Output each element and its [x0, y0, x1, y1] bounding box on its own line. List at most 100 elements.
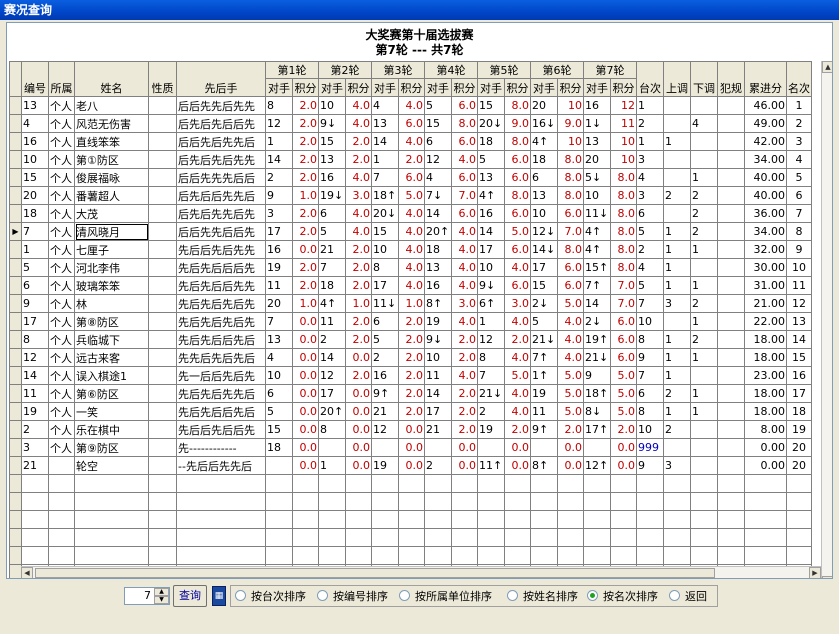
round-value[interactable]: 7 — [144, 589, 151, 602]
table-row[interactable]: 9 个人林先后先后先后先 20 1.0 4↑ 1.0 11↓ 1.0 8↑ 3.0 6↑ 3.0 2↓ 5… — [9, 294, 812, 313]
cell-name[interactable]: 第⑥防区 — [74, 384, 149, 403]
query-button[interactable]: 查询 — [173, 585, 207, 607]
col-round-2[interactable]: 第2轮 — [318, 61, 372, 79]
col-opp-4[interactable]: 对手 — [424, 78, 452, 97]
col-score-5[interactable]: 积分 — [504, 78, 531, 97]
col-round-7[interactable]: 第7轮 — [583, 61, 637, 79]
scroll-right-icon[interactable]: ▶ — [809, 567, 821, 578]
col-opp-7[interactable]: 对手 — [583, 78, 611, 97]
col-no[interactable]: 编号 — [21, 61, 49, 97]
radio-icon[interactable] — [587, 590, 598, 601]
table-row[interactable]: 21 轮空 --先后后先先后 0.0 1 0.0 19 0.0 2 0.0 11↑ 0.0 8↑ 0.0 1… — [9, 456, 812, 475]
col-rank[interactable]: 名次 — [786, 61, 812, 97]
table-row[interactable]: 17 个人 第⑧防区 先后先后先后先 7 0.0 11 2.0 6 2.0 19 4.0 1 4.0 5 4.… — [9, 312, 812, 331]
table-row[interactable]: 6 个人 玻璃笨笨 先后先后后先先 11 2.0 18 2.0 17 4.0 16 4.0 9↓ 6.0 1… — [9, 276, 812, 295]
table-row[interactable]: ▶ 7 个人 清风晓月 后后先先后后先 17 2.0 5 4.0 15 4.0 20↑ 4.0 14 5.0… — [9, 222, 812, 241]
sort-option-6[interactable]: 返回 — [669, 589, 707, 605]
table-row[interactable]: 11 个人 第⑥防区 先后先后先先后 6 0.0 17 0.0 9↑ 2.0 14 2.0 21↓ 4.0… — [9, 384, 812, 403]
table-row[interactable]: 15 个人 俊展福咏 后后先先先后后 2 2.0 16 4.0 7 6.0 4 6.0 13 6.0 6 8.… — [9, 168, 812, 187]
col-round-4[interactable]: 第4轮 — [424, 61, 478, 79]
cell-name[interactable]: 老八 — [74, 96, 149, 115]
col-tai[interactable]: 台次 — [636, 61, 664, 97]
table-row[interactable]: 19 个人 一笑 先后先后后先后 5 0.0 20↑ 0.0 21 2.0 17 2.0 2 4.0 11 5… — [9, 402, 812, 421]
cell-name[interactable]: 远古来客 — [74, 348, 149, 367]
table-row[interactable]: 3 个人 第⑨防区 先------------ 18 0.0 0.0 0.0 0.0 0.0 0.0… — [9, 438, 812, 457]
scroll-down-icon[interactable]: ▼ — [822, 576, 832, 578]
cell-name[interactable]: 兵临城下 — [74, 330, 149, 349]
col-nature[interactable]: 性质 — [148, 61, 177, 97]
col-opp-1[interactable]: 对手 — [265, 78, 293, 97]
table-row[interactable]: 14 个人 误入棋途1 先一后后先后先 10 0.0 12 2.0 16 2.0 11 4.0 7 5.0… — [9, 366, 812, 385]
table-row[interactable]: 4 个人 风范无伤害 后先后先后后先 12 2.0 9↓ 4.0 13 6.0 15 8.0 20↓ 9.… — [9, 114, 812, 133]
sort-option-4[interactable]: 按姓名排序 — [507, 589, 578, 605]
cell-name[interactable]: 第①防区 — [74, 150, 149, 169]
table-row[interactable]: 5 个人 河北李伟 先后先后后后先 19 2.0 7 2.0 8 4.0 13 4.0 10 4.0 17 6… — [9, 258, 812, 277]
col-score-2[interactable]: 积分 — [345, 78, 372, 97]
cell-name[interactable]: 一笑 — [74, 402, 149, 421]
cell-name[interactable]: 大茂 — [74, 204, 149, 223]
col-opp-6[interactable]: 对手 — [530, 78, 558, 97]
cell-name[interactable]: 轮空 — [74, 456, 149, 475]
col-foul[interactable]: 犯规 — [717, 61, 745, 97]
col-down[interactable]: 下调 — [690, 61, 718, 97]
cell-up: 1 — [663, 132, 691, 151]
col-opp-5[interactable]: 对手 — [477, 78, 505, 97]
col-name[interactable]: 姓名 — [74, 61, 149, 97]
table-row[interactable]: 13 个人 老八 后后先先后先先 8 2.0 10 4.0 4 4.0 5 6.0 15 8.0 20 10 1… — [9, 96, 812, 115]
col-up[interactable]: 上调 — [663, 61, 691, 97]
cell-name[interactable]: 清风晓月 — [74, 222, 149, 241]
table-row[interactable]: 16 个人 直线笨笨 后后先后先先后 1 2.0 15 2.0 14 4.0 6 6.0 18 8.0 4↑… — [9, 132, 812, 151]
col-round-1[interactable]: 第1轮 — [265, 61, 319, 79]
spin-up-icon[interactable]: ▲ — [154, 588, 169, 596]
sort-option-1[interactable]: 按台次排序 — [235, 589, 306, 605]
table-row[interactable]: 18 个人 大茂 后先后先先后先 3 2.0 6 4.0 20↓ 4.0 14 6.0 16 6.0 10 6… — [9, 204, 812, 223]
col-order[interactable]: 先后手 — [176, 61, 266, 97]
cell-name[interactable]: 第⑨防区 — [74, 438, 149, 457]
table-row[interactable]: 1 个人 七厘子 先后后先后先先 16 0.0 21 2.0 10 4.0 18 4.0 17 6.0 14… — [9, 240, 812, 259]
col-round-3[interactable]: 第3轮 — [371, 61, 425, 79]
cell-name[interactable]: 七厘子 — [74, 240, 149, 259]
table-row[interactable]: 10 个人 第①防区 后先后先后先先 14 2.0 13 2.0 1 2.0 12 4.0 5 6.0 18… — [9, 150, 812, 169]
vertical-scrollbar[interactable]: ▲ ▼ — [821, 61, 832, 578]
radio-icon[interactable] — [399, 590, 410, 601]
sort-option-5[interactable]: 按名次排序 — [587, 589, 658, 605]
col-cum[interactable]: 累进分 — [744, 61, 787, 97]
round-spinner[interactable]: 7 ▲ ▼ — [124, 587, 170, 605]
col-round-6[interactable]: 第6轮 — [530, 61, 584, 79]
sort-option-3[interactable]: 按所属单位排序 — [399, 589, 492, 605]
cell-name[interactable]: 番薯超人 — [74, 186, 149, 205]
radio-icon[interactable] — [507, 590, 518, 601]
filter-icon[interactable]: ▦ — [212, 586, 226, 606]
scroll-left-icon[interactable]: ◀ — [21, 567, 33, 578]
cell-name[interactable]: 直线笨笨 — [74, 132, 149, 151]
col-score-1[interactable]: 积分 — [292, 78, 319, 97]
sort-option-2[interactable]: 按编号排序 — [317, 589, 388, 605]
cell-name[interactable]: 误入棋途1 — [74, 366, 149, 385]
table-row[interactable]: 12 个人 远古来客 先先后先后先后 4 0.0 14 0.0 2 2.0 10 2.0 8 4.0 7↑ 4… — [9, 348, 812, 367]
radio-icon[interactable] — [317, 590, 328, 601]
table-row[interactable]: 2 个人 乐在棋中 先后后先后后先 15 0.0 8 0.0 12 0.0 21 2.0 19 2.0 9↑… — [9, 420, 812, 439]
col-unit[interactable]: 所属 — [48, 61, 75, 97]
col-score-4[interactable]: 积分 — [451, 78, 478, 97]
radio-icon[interactable] — [235, 590, 246, 601]
radio-icon[interactable] — [669, 590, 680, 601]
spin-down-icon[interactable]: ▼ — [154, 596, 169, 604]
horizontal-scrollbar[interactable]: ◀ ▶ — [21, 566, 821, 578]
scroll-up-icon[interactable]: ▲ — [822, 61, 832, 73]
col-score-7[interactable]: 积分 — [610, 78, 637, 97]
col-score-6[interactable]: 积分 — [557, 78, 584, 97]
cell-name[interactable]: 第⑧防区 — [74, 312, 149, 331]
cell-name[interactable]: 林 — [74, 294, 149, 313]
cell-name[interactable]: 风范无伤害 — [74, 114, 149, 133]
col-opp-2[interactable]: 对手 — [318, 78, 346, 97]
scroll-thumb[interactable] — [35, 568, 715, 578]
cell-name[interactable]: 玻璃笨笨 — [74, 276, 149, 295]
cell-name[interactable]: 河北李伟 — [74, 258, 149, 277]
col-opp-3[interactable]: 对手 — [371, 78, 399, 97]
table-row[interactable]: 8 个人 兵临城下 先后先后后先后 13 0.0 2 2.0 5 2.0 9↓ 2.0 12 2.0 21↓… — [9, 330, 812, 349]
col-round-5[interactable]: 第5轮 — [477, 61, 531, 79]
cell-name[interactable]: 俊展福咏 — [74, 168, 149, 187]
table-row[interactable]: 20 个人 番薯超人 后先后后先先后 9 1.0 19↓ 3.0 18↑ 5.0 7↓ 7.0 4↑ 8.… — [9, 186, 812, 205]
cell-name[interactable]: 乐在棋中 — [74, 420, 149, 439]
col-score-3[interactable]: 积分 — [398, 78, 425, 97]
